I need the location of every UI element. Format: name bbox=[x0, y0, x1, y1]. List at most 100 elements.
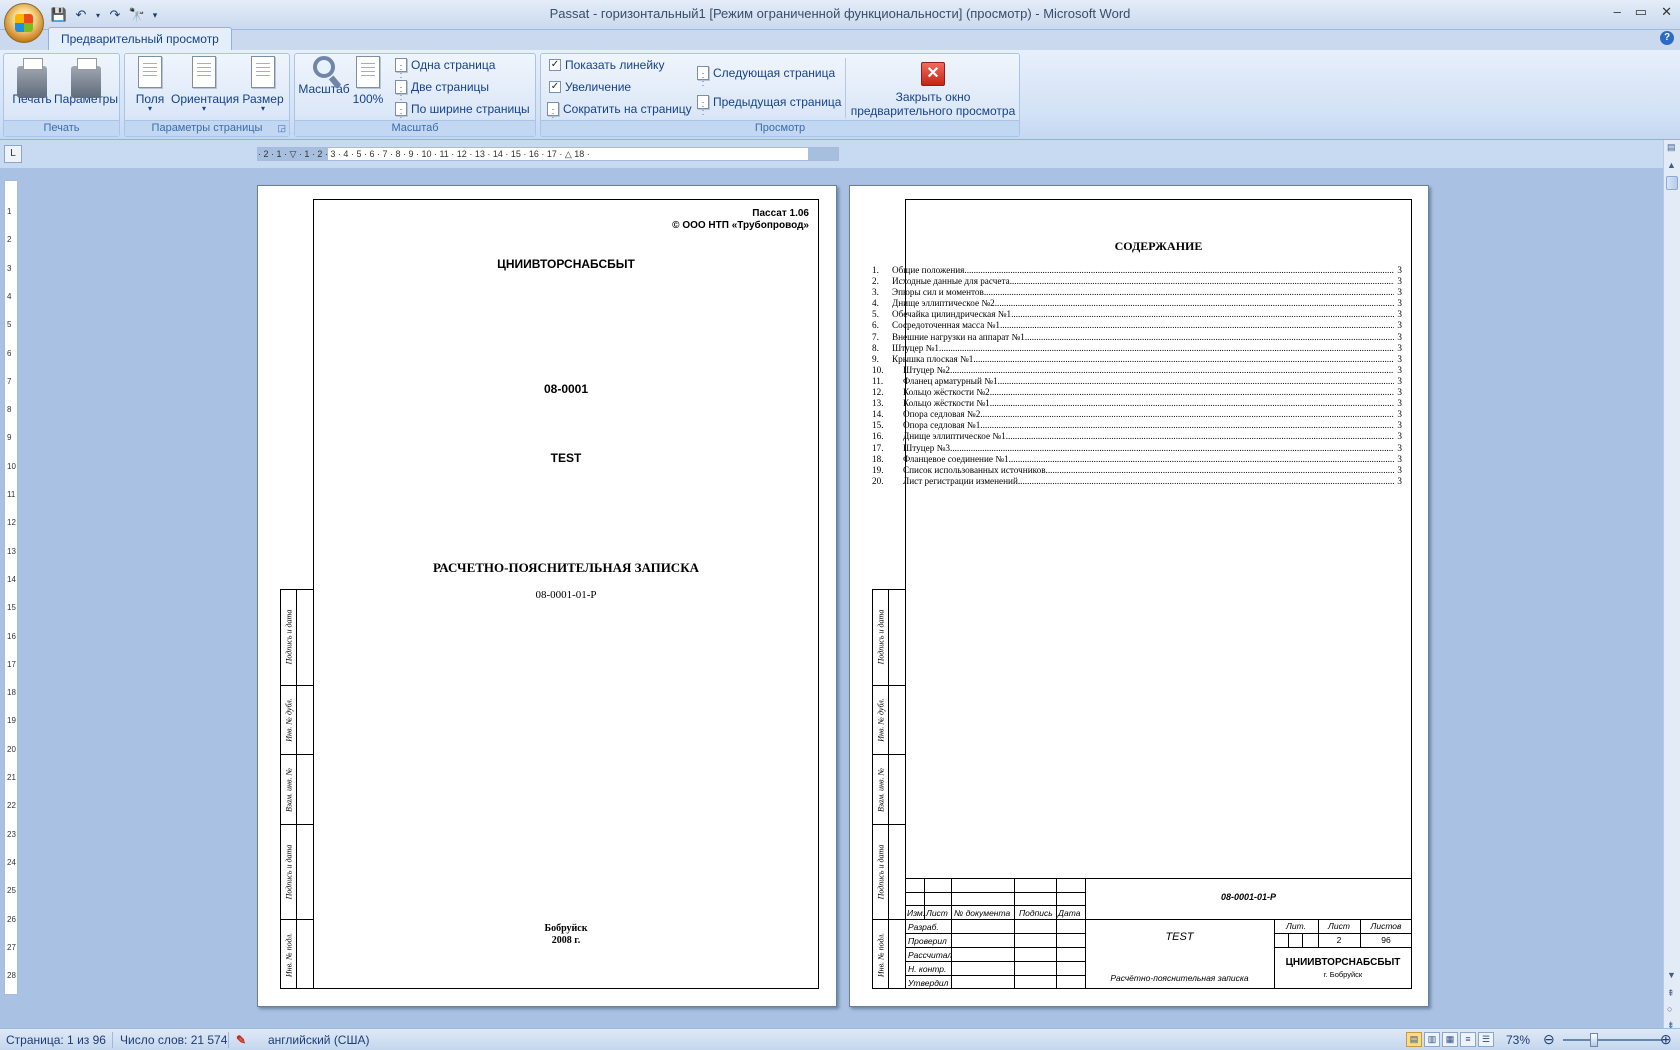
close-preview-button[interactable]: ✕ Закрыть окно предварительного просмотр… bbox=[849, 56, 1017, 118]
toc-row: 12. Кольцо жёсткости №2 3 bbox=[870, 387, 1402, 398]
side-label: Подпись и дата bbox=[876, 844, 885, 900]
zoom-button[interactable]: Масштаб bbox=[297, 56, 351, 96]
browse-object-icon[interactable]: ○ bbox=[1667, 1004, 1672, 1014]
toc-title-text: Исходные данные для расчета bbox=[892, 276, 1010, 287]
one-page-button[interactable]: Одна страница bbox=[395, 58, 495, 81]
toc-row: 1. Общие положения 3 bbox=[870, 265, 1402, 276]
status-language[interactable]: английский (США) bbox=[268, 1033, 369, 1047]
close-preview-label-1: Закрыть окно bbox=[895, 90, 971, 104]
show-ruler-checkbox[interactable]: ✓ Показать линейку bbox=[549, 58, 664, 72]
margins-button[interactable]: Поля ▾ bbox=[129, 56, 171, 113]
toc-title-text: Кольцо жёсткости №1 bbox=[903, 398, 990, 409]
vertical-scrollbar[interactable]: ▤ ▲ ▼ ⇞ ○ ⇟ bbox=[1663, 140, 1680, 1030]
magnifier-checkbox[interactable]: ✓ Увеличение bbox=[549, 80, 631, 94]
dialog-launcher-icon[interactable]: ◲ bbox=[277, 123, 286, 134]
zoom-100-button[interactable]: 100% bbox=[351, 56, 385, 106]
scroll-down-icon[interactable]: ▼ bbox=[1667, 970, 1676, 980]
toc-number: 19. bbox=[872, 464, 884, 475]
print-button[interactable]: Печать bbox=[8, 56, 56, 106]
spellcheck-icon[interactable]: ✎ bbox=[236, 1033, 246, 1047]
orientation-button[interactable]: Ориентация ▾ bbox=[171, 56, 239, 113]
next-page-button[interactable]: Следующая страница bbox=[697, 66, 835, 89]
status-bar: Страница: 1 из 96 Число слов: 21 574 ✎ а… bbox=[0, 1028, 1680, 1050]
scroll-thumb[interactable] bbox=[1666, 176, 1678, 190]
group-preview-title: Просмотр bbox=[541, 120, 1019, 136]
print-options-button[interactable]: Параметры bbox=[54, 56, 118, 106]
zoom-in-icon[interactable]: ⊕ bbox=[1660, 1031, 1672, 1048]
stamp-col-izm: Изм. bbox=[907, 908, 926, 918]
toc-leader bbox=[990, 398, 1394, 409]
zoom-100-label: 100% bbox=[352, 92, 384, 106]
maximize-button[interactable]: ▭ bbox=[1635, 4, 1647, 20]
close-button[interactable]: ✕ bbox=[1661, 4, 1672, 20]
horizontal-ruler[interactable]: · 2 · 1 · ▽ · 1 · 2 · 3 · 4 · 5 · 6 · 7 … bbox=[257, 147, 839, 161]
toc-leader bbox=[939, 343, 1394, 354]
toc-page: 3 bbox=[1397, 364, 1402, 375]
shrink-one-page-button[interactable]: Сократить на страницу bbox=[547, 102, 692, 125]
page-1-doc-code: 08-0001-01-Р bbox=[535, 589, 597, 601]
toc-page: 3 bbox=[1397, 409, 1402, 420]
draft-view-icon[interactable]: ☰ bbox=[1478, 1032, 1494, 1047]
toc-leader bbox=[980, 420, 1394, 431]
tab-selector[interactable]: L bbox=[4, 145, 22, 163]
minimize-button[interactable]: – bbox=[1614, 4, 1621, 20]
page-1-doc-title: РАСЧЕТНО-ПОЯСНИТЕЛЬНАЯ ЗАПИСКА bbox=[432, 560, 700, 575]
tab-print-preview[interactable]: Предварительный просмотр bbox=[48, 27, 232, 51]
outline-view-icon[interactable]: ≡ bbox=[1460, 1032, 1476, 1047]
toc-row: 6. Сосредоточенная масса №1 3 bbox=[870, 320, 1402, 331]
prev-page-icon bbox=[697, 95, 709, 118]
page-width-button[interactable]: По ширине страницы bbox=[395, 102, 530, 125]
two-pages-button[interactable]: Две страницы bbox=[395, 80, 490, 103]
toc-title: СОДЕРЖАНИЕ bbox=[1114, 239, 1203, 253]
ruler-tick-label: 20 bbox=[7, 744, 16, 754]
status-page[interactable]: Страница: 1 из 96 bbox=[6, 1033, 106, 1047]
stamp-rasschital: Рассчитал bbox=[908, 950, 953, 960]
toc-number: 12. bbox=[872, 387, 884, 398]
ruler-tick-label: 14 bbox=[7, 574, 16, 584]
ruler-tick-label: 12 bbox=[7, 518, 16, 528]
zoom-slider[interactable] bbox=[1563, 1039, 1663, 1041]
toc-leader bbox=[1018, 476, 1394, 487]
zoom-label: Масштаб bbox=[298, 82, 350, 96]
toc-number: 18. bbox=[872, 453, 884, 464]
zoom-100-icon bbox=[356, 56, 380, 88]
ruler-tick-label: 16 bbox=[7, 631, 16, 641]
zoom-slider-knob[interactable] bbox=[1590, 1033, 1598, 1047]
scroll-up-icon[interactable]: ▲ bbox=[1667, 160, 1676, 170]
status-words[interactable]: Число слов: 21 574 bbox=[120, 1033, 227, 1047]
page-1-city: Бобруйск bbox=[544, 923, 588, 934]
zoom-out-icon[interactable]: ⊖ bbox=[1543, 1031, 1555, 1048]
full-screen-view-icon[interactable]: ▥ bbox=[1424, 1032, 1440, 1047]
ruler-tick-label: 4 bbox=[7, 291, 12, 301]
stamp-listov-value: 96 bbox=[1381, 935, 1391, 945]
ruler-tick-label: 13 bbox=[7, 546, 16, 556]
print-layout-view-icon[interactable]: ▤ bbox=[1406, 1032, 1422, 1047]
vertical-ruler[interactable]: 1 2 3 4 5 6 7 8 9 10 11 12 13 14 15 16 17 18 19 20 21 22 23 24 2… bbox=[4, 180, 18, 995]
toc-title-text: Штуцер №3 bbox=[903, 442, 951, 453]
office-button[interactable] bbox=[4, 3, 44, 43]
help-icon[interactable]: ? bbox=[1660, 31, 1674, 45]
toc-title-text: Крышка плоская №1 bbox=[892, 353, 974, 364]
toc-number: 4. bbox=[872, 298, 879, 309]
page-1-footer: Бобруйск 2008 г. bbox=[313, 923, 819, 947]
two-pages-label: Две страницы bbox=[411, 80, 490, 94]
toc-leader bbox=[950, 443, 1394, 454]
toc-page: 3 bbox=[1397, 420, 1402, 431]
zoom-level[interactable]: 73% bbox=[1506, 1033, 1530, 1047]
stamp-lit: Лит. bbox=[1286, 921, 1306, 931]
prev-page-icon[interactable]: ⇞ bbox=[1667, 988, 1675, 999]
prev-page-label: Предыдущая страница bbox=[713, 95, 842, 109]
ruler-tick-label: 3 bbox=[7, 263, 12, 273]
toc-row: 16. Днище эллиптическое №1 3 bbox=[870, 431, 1402, 442]
ruler-toggle-icon[interactable]: ▤ bbox=[1667, 142, 1676, 153]
shrink-label: Сократить на страницу bbox=[563, 102, 692, 116]
prev-page-button[interactable]: Предыдущая страница bbox=[697, 95, 842, 118]
toc-number: 20. bbox=[872, 475, 884, 486]
side-label: Инв. № дубл. bbox=[284, 698, 293, 742]
toc-number: 13. bbox=[872, 398, 884, 409]
size-button[interactable]: Размер ▾ bbox=[239, 56, 287, 113]
toc-page: 3 bbox=[1397, 276, 1402, 287]
toc-leader bbox=[964, 265, 1394, 276]
toc-title-text: Фланец арматурный №1 bbox=[903, 375, 998, 386]
web-layout-view-icon[interactable]: ▦ bbox=[1442, 1032, 1458, 1047]
